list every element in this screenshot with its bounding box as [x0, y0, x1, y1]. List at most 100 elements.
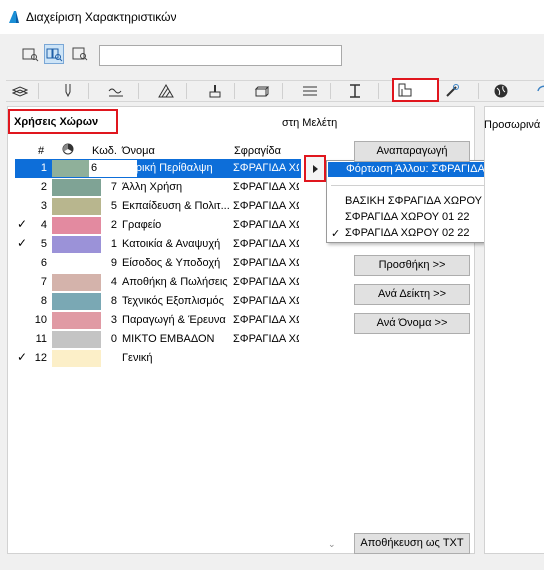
reproduce-button[interactable]: Αναπαραγωγή: [354, 141, 470, 162]
tab-line-types[interactable]: [106, 82, 126, 100]
list-item[interactable]: 11 0 ΜΙΚΤΟ ΕΜΒΑΔΟΝ ΣΦΡΑΓΙΔΑ ΧΩ: [15, 330, 301, 349]
stamp-menu-button[interactable]: [304, 155, 326, 182]
item-stamp: ΣΦΡΑΓΙΔΑ ΧΩ: [233, 333, 299, 345]
item-stamp: ΣΦΡΑΓΙΔΑ ΧΩ: [233, 257, 299, 269]
tab-composites[interactable]: [300, 82, 320, 100]
list-item[interactable]: 7 4 Αποθήκη & Πωλήσεις ΣΦΡΑΓΙΔΑ ΧΩ: [15, 273, 301, 292]
temporary-panel: [484, 106, 544, 554]
menu-item-stamp-basic[interactable]: ΒΑΣΙΚΗ ΣΦΡΑΓΙΔΑ ΧΩΡΟΥ: [345, 195, 482, 207]
color-swatch[interactable]: [52, 312, 101, 329]
tab-fill-types[interactable]: [156, 82, 176, 100]
save-txt-button[interactable]: Αποθήκευση ως TXT: [354, 533, 470, 554]
triangle-right-icon: [313, 164, 318, 173]
item-index: 6: [40, 257, 47, 269]
tab-more[interactable]: [532, 82, 544, 100]
search-input[interactable]: [99, 45, 342, 66]
tab-divider: [138, 83, 139, 99]
tab-divider: [186, 83, 187, 99]
item-name: Γενική: [122, 352, 153, 364]
tab-profiles[interactable]: [345, 82, 365, 100]
item-code: 3: [110, 314, 117, 326]
scroll-down-icon[interactable]: ⌄: [328, 539, 336, 550]
header-num[interactable]: #: [38, 145, 44, 157]
color-swatch[interactable]: [52, 198, 101, 215]
menu-item-stamp-01[interactable]: ΣΦΡΑΓΙΔΑ ΧΩΡΟΥ 01 22: [345, 211, 470, 223]
tab-surfaces[interactable]: [205, 82, 225, 100]
item-stamp: ΣΦΡΑΓΙΔΑ ΧΩ: [233, 295, 299, 307]
list-item[interactable]: ✓ 4 2 Γραφείο ΣΦΡΑΓΙΔΑ ΧΩ: [15, 216, 301, 235]
header-color[interactable]: [62, 143, 74, 158]
tab-layers[interactable]: [10, 82, 30, 100]
by-name-button[interactable]: Ανά Όνομα >>: [354, 313, 470, 334]
check-icon[interactable]: ✓: [17, 236, 29, 250]
list-view-icon: [22, 48, 39, 62]
item-index: 11: [35, 333, 47, 345]
item-code: 4: [110, 276, 117, 288]
tab-divider: [234, 83, 235, 99]
add-button[interactable]: Προσθήκη >>: [354, 255, 470, 276]
fill-types-icon: [158, 84, 174, 98]
view-list-button[interactable]: [20, 44, 40, 64]
building-materials-icon: [254, 86, 270, 97]
list-item[interactable]: 8 8 Τεχνικός Εξοπλισμός ΣΦΡΑΓΙΔΑ ΧΩ: [15, 292, 301, 311]
menu-item-stamp-02[interactable]: ΣΦΡΑΓΙΔΑ ΧΩΡΟΥ 02 22: [345, 227, 470, 239]
pen-icon: [65, 84, 71, 98]
tab-divider: [88, 83, 89, 99]
item-index: 3: [40, 200, 47, 212]
study-label: στη Μελέτη: [282, 117, 338, 129]
view-preview-button[interactable]: [70, 44, 90, 64]
item-code: 0: [110, 333, 117, 345]
color-swatch[interactable]: [52, 293, 101, 310]
list-item[interactable]: 10 3 Παραγωγή & Έρευνα ΣΦΡΑΓΙΔΑ ΧΩ: [15, 311, 301, 330]
renovation-icon: [446, 84, 459, 97]
details-view-icon: [46, 48, 63, 62]
list-item[interactable]: ✓ 12 Γενική: [15, 349, 301, 368]
item-index: 8: [40, 295, 47, 307]
tab-mep[interactable]: [491, 82, 511, 100]
header-stamp[interactable]: Σφραγίδα: [234, 145, 281, 157]
app-icon: [9, 11, 19, 23]
item-name: Παραγωγή & Έρευνα: [122, 314, 226, 326]
header-code[interactable]: Κωδ.: [92, 145, 117, 157]
color-swatch[interactable]: [52, 350, 101, 367]
item-stamp: ΣΦΡΑΓΙΔΑ ΧΩ: [233, 162, 299, 174]
color-swatch[interactable]: [52, 236, 101, 253]
tab-pens[interactable]: [58, 82, 78, 100]
item-stamp: ΣΦΡΑΓΙΔΑ ΧΩ: [233, 219, 299, 231]
list-item[interactable]: 2 7 Άλλη Χρήση ΣΦΡΑΓΙΔΑ ΧΩ: [15, 178, 301, 197]
paint-brush-icon: [209, 85, 221, 98]
item-code: 9: [110, 257, 117, 269]
tab-divider: [38, 83, 39, 99]
header-name[interactable]: Όνομα: [122, 145, 155, 157]
list-item[interactable]: 3 5 Εκπαίδευση & Πολιτ... ΣΦΡΑΓΙΔΑ ΧΩ: [15, 197, 301, 216]
temporary-label: Προσωρινά: [484, 119, 541, 131]
item-name: Ιατρική Περίθαλψη: [122, 162, 213, 174]
list-item[interactable]: 6 9 Είσοδος & Υποδοχή ΣΦΡΑΓΙΔΑ ΧΩ: [15, 254, 301, 273]
item-index: 4: [40, 219, 47, 231]
list-item[interactable]: ✓ 5 1 Κατοικία & Αναψυχή ΣΦΡΑΓΙΔΑ ΧΩ: [15, 235, 301, 254]
item-index: 1: [40, 162, 47, 174]
color-swatch[interactable]: [52, 179, 101, 196]
preview-view-icon: [72, 47, 88, 61]
view-details-button[interactable]: [44, 44, 64, 64]
attribute-tab-bar: [6, 80, 544, 102]
check-icon[interactable]: ✓: [17, 350, 29, 364]
color-swatch[interactable]: [52, 255, 101, 272]
section-title: Χρήσεις Χώρων: [8, 109, 118, 134]
item-name: Άλλη Χρήση: [122, 181, 183, 193]
item-name: Τεχνικός Εξοπλισμός: [122, 295, 224, 307]
item-name: Γραφείο: [122, 219, 162, 231]
by-index-button[interactable]: Ανά Δείκτη >>: [354, 284, 470, 305]
item-code: 1: [110, 238, 117, 250]
color-swatch[interactable]: [52, 217, 101, 234]
tab-divider: [330, 83, 331, 99]
tab-zone-categories[interactable]: [392, 78, 439, 102]
menu-check-icon: ✓: [331, 228, 341, 240]
check-icon[interactable]: ✓: [17, 217, 29, 231]
item-code: 8: [110, 295, 117, 307]
color-swatch[interactable]: [52, 274, 101, 291]
list-item[interactable]: 1 6 Ιατρική Περίθαλψη ΣΦΡΑΓΙΔΑ ΧΩ: [15, 159, 301, 178]
color-swatch[interactable]: [52, 331, 101, 348]
tab-renovation[interactable]: [442, 82, 462, 100]
tab-building-materials[interactable]: [252, 82, 272, 100]
